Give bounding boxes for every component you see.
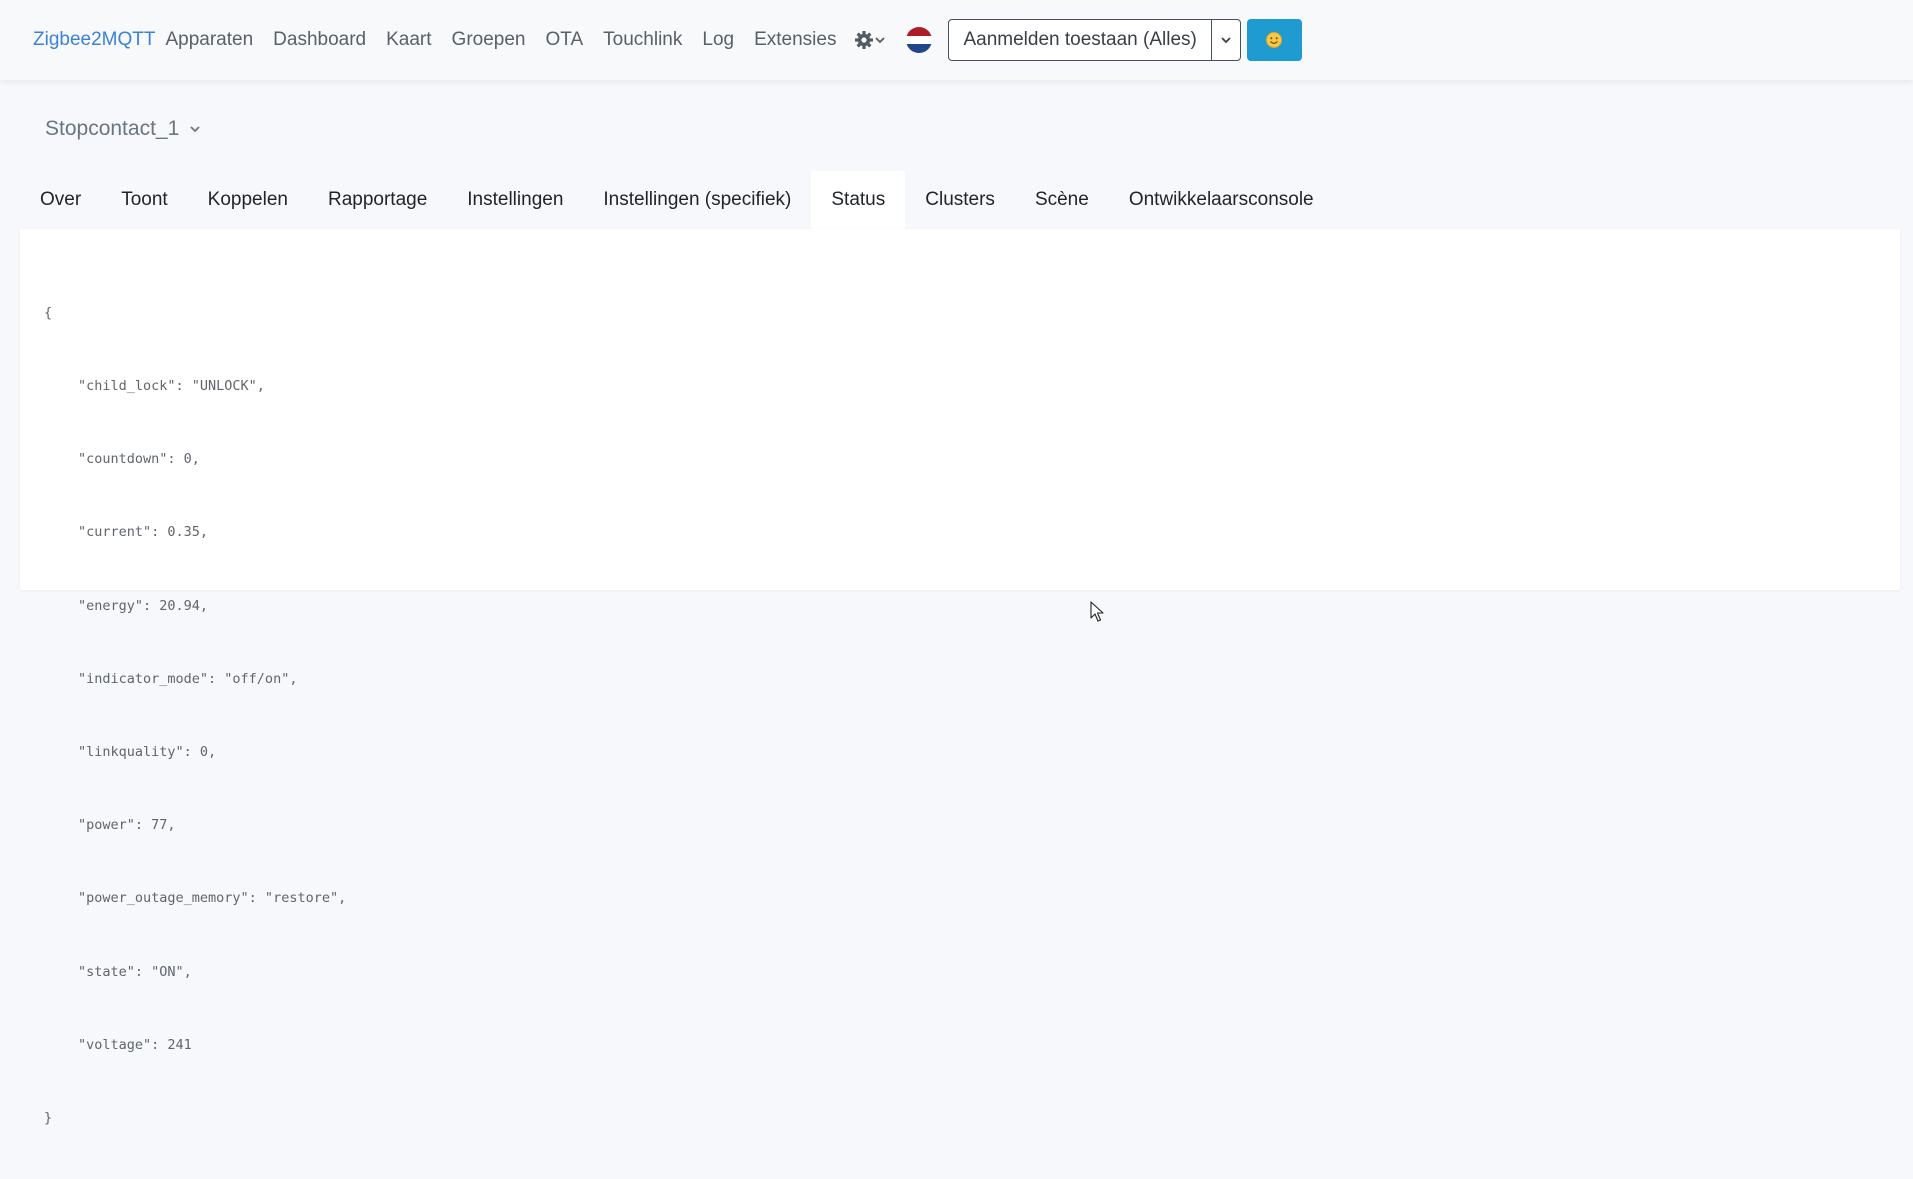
permit-join-dropdown-toggle[interactable] — [1212, 20, 1240, 60]
tab-ontwikkelaarsconsole[interactable]: Ontwikkelaarsconsole — [1109, 171, 1334, 229]
chevron-down-icon — [190, 126, 200, 133]
tab-status[interactable]: Status — [811, 171, 906, 229]
chevron-down-icon — [1221, 37, 1231, 44]
json-line: "voltage": 241 — [78, 1036, 192, 1053]
nav-link-groepen[interactable]: Groepen — [452, 29, 526, 51]
nav-link-dashboard[interactable]: Dashboard — [273, 29, 366, 51]
tab-instellingen-specifiek[interactable]: Instellingen (specifiek) — [583, 171, 811, 229]
json-line: "linkquality": 0, — [78, 744, 217, 761]
permit-join-button[interactable]: Aanmelden toestaan (Alles) — [949, 20, 1212, 60]
json-line: "energy": 20.94, — [78, 597, 209, 614]
json-line: "current": 0.35, — [78, 524, 209, 541]
nav-link-apparaten[interactable]: Apparaten — [165, 29, 253, 51]
tab-toont[interactable]: Toont — [101, 171, 187, 229]
theme-toggle-button[interactable] — [1246, 19, 1302, 61]
device-tabs: Over Toont Koppelen Rapportage Instellin… — [20, 171, 1334, 229]
json-line: "indicator_mode": "off/on", — [78, 670, 298, 687]
json-line: "child_lock": "UNLOCK", — [78, 378, 265, 395]
device-name: Stopcontact_1 — [45, 117, 180, 140]
nav-link-extensies[interactable]: Extensies — [754, 29, 836, 51]
brand-link[interactable]: Zigbee2MQTT — [33, 29, 155, 51]
tab-rapportage[interactable]: Rapportage — [308, 171, 447, 229]
nav-link-kaart[interactable]: Kaart — [386, 29, 431, 51]
status-panel: { "child_lock": "UNLOCK", "countdown": 0… — [20, 229, 1900, 1126]
nav-link-log[interactable]: Log — [702, 29, 734, 51]
device-selector[interactable]: Stopcontact_1 — [45, 117, 201, 141]
json-open-brace: { — [44, 304, 53, 321]
json-close-brace: } — [44, 1110, 53, 1127]
tab-instellingen[interactable]: Instellingen — [447, 171, 583, 229]
gear-icon — [855, 31, 874, 49]
settings-dropdown[interactable] — [854, 30, 886, 50]
permit-join-group: Aanmelden toestaan (Alles) — [948, 19, 1241, 61]
mouse-cursor-icon — [1090, 601, 1104, 622]
status-json-view: { "child_lock": "UNLOCK", "countdown": 0… — [44, 252, 346, 1179]
json-line: "countdown": 0, — [78, 451, 200, 468]
top-navbar: Zigbee2MQTT Apparaten Dashboard Kaart Gr… — [0, 0, 1913, 80]
json-line: "power": 77, — [78, 817, 176, 834]
navbar-content: Zigbee2MQTT Apparaten Dashboard Kaart Gr… — [33, 19, 1302, 61]
tab-clusters[interactable]: Clusters — [905, 171, 1015, 229]
json-line: "power_outage_memory": "restore", — [78, 890, 347, 907]
json-line: "state": "ON", — [78, 963, 192, 980]
nav-link-ota[interactable]: OTA — [546, 29, 584, 51]
netherlands-flag-icon[interactable] — [906, 27, 933, 53]
sun-icon — [1266, 32, 1283, 48]
chevron-down-icon — [875, 37, 886, 44]
tab-koppelen[interactable]: Koppelen — [188, 171, 308, 229]
tab-over[interactable]: Over — [20, 171, 101, 229]
nav-link-touchlink[interactable]: Touchlink — [603, 29, 682, 51]
tab-scene[interactable]: Scène — [1015, 171, 1109, 229]
